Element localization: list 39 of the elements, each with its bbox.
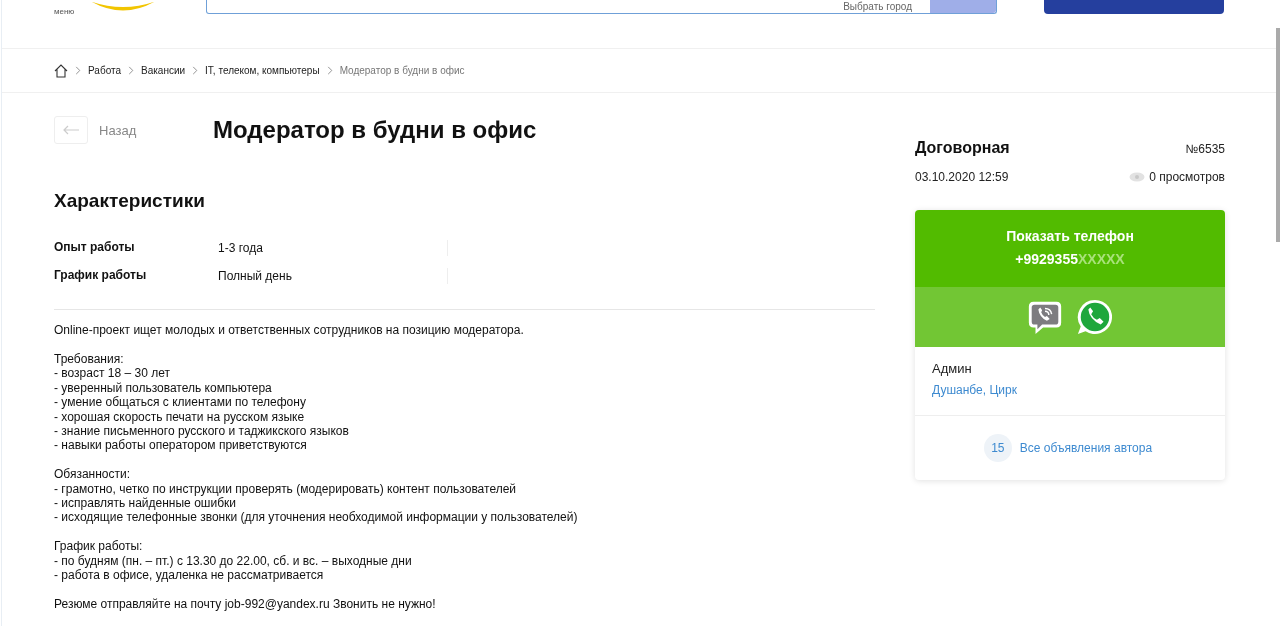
description-paragraph: Резюме отправляйте на почту job-992@yandex.ru Звонить не нужно! bbox=[54, 597, 437, 612]
description-paragraph: Требования: - возраст 18 – 30 лет - уверенный пользователь компьютера - умение общаться с клиентами по телефону - хорошая скорость печати на русском языке - знание письменного русского и таджикского языков - навыки работы оператором приветствуются bbox=[54, 351, 350, 453]
description-paragraph: Online-проект ищет молодых и ответственных сотрудников на позицию модератора. bbox=[54, 323, 525, 338]
ads-count-badge: 15 bbox=[983, 434, 1012, 462]
salary-text: Договорная bbox=[915, 139, 1010, 157]
description-paragraph: Обязанности: - грамотно, четко по инструкции проверять (модерировать) контент пользователей - исправлять найденные ошибки - исходящие телефонные звонки (для уточнения необходимой информации у пользователей) bbox=[54, 467, 579, 525]
characteristic-value: Полный день bbox=[218, 268, 448, 284]
chevron-icon bbox=[192, 66, 199, 75]
back-button[interactable] bbox=[54, 116, 88, 144]
post-date: 03.10.2020 12:59 bbox=[915, 170, 1009, 184]
whatsapp-icon[interactable] bbox=[1076, 298, 1114, 336]
author-name: Админ bbox=[932, 361, 973, 376]
search-button[interactable] bbox=[930, 0, 996, 13]
current-page-crumb: Модератор в будни в офис bbox=[339, 65, 465, 76]
chevron-icon bbox=[75, 66, 81, 75]
post-ad-button[interactable] bbox=[1044, 0, 1224, 14]
city-select[interactable]: Выбрать город bbox=[839, 1, 930, 13]
characteristic-value: 1-3 года bbox=[218, 240, 448, 256]
all-ads-link[interactable]: Все объявления автора bbox=[1019, 441, 1153, 455]
chevron-icon bbox=[128, 66, 134, 75]
characteristic-label: Опыт работы bbox=[54, 240, 136, 256]
description-paragraph: График работы: - по будням (пн. – пт.) с 13.30 до 22.00, сб. и вс. – выходные дни - работа в офисе, удаленка не рассматривается bbox=[54, 539, 413, 583]
ad-number: №6535 bbox=[1185, 142, 1225, 156]
characteristic-label: График работы bbox=[54, 268, 148, 284]
author-location-link[interactable]: Душанбе, Цирк bbox=[932, 383, 1208, 397]
menu-label[interactable]: меню bbox=[54, 7, 75, 16]
back-link[interactable]: Назад bbox=[99, 122, 137, 138]
section-heading: Характеристики bbox=[54, 190, 206, 212]
chevron-icon bbox=[326, 66, 333, 75]
breadcrumb-link[interactable]: Работа bbox=[88, 65, 121, 76]
scrollbar[interactable] bbox=[1276, 28, 1280, 242]
breadcrumb-link[interactable]: Вакансии bbox=[141, 65, 186, 76]
back-arrow-icon bbox=[62, 125, 80, 135]
eye-icon bbox=[1129, 172, 1146, 182]
views-count: 0 просмотров bbox=[1149, 170, 1225, 184]
search-field[interactable]: Выбрать город bbox=[206, 0, 997, 14]
job-title: Модератор в будни в офис bbox=[213, 116, 537, 144]
breadcrumb-link[interactable]: IT, телеком, компьютеры bbox=[205, 65, 320, 76]
home-icon[interactable] bbox=[54, 63, 68, 78]
